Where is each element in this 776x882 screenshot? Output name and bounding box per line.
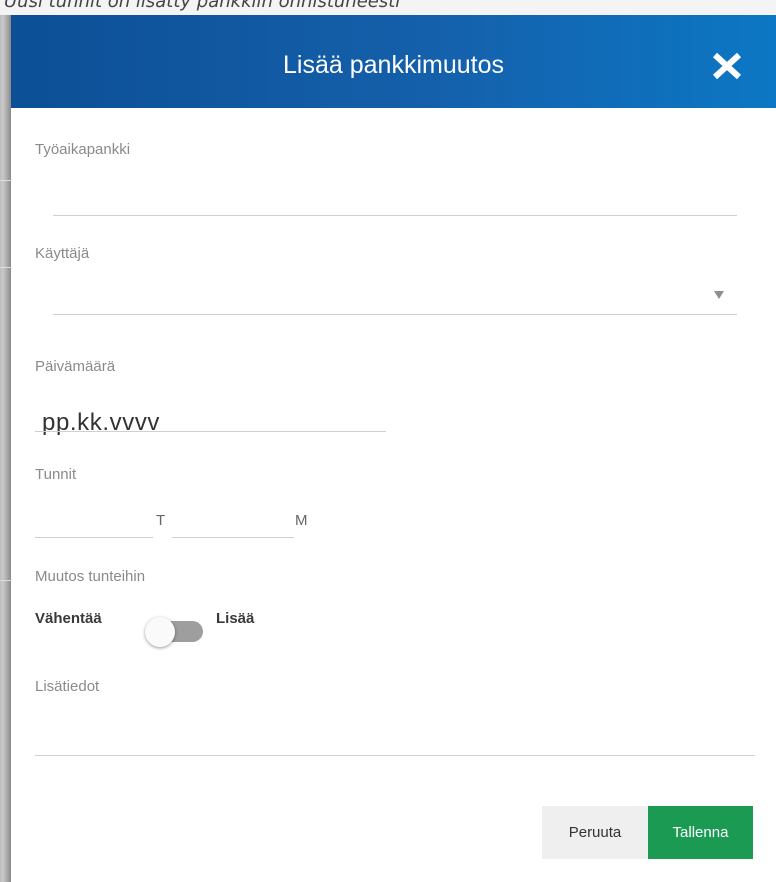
work-time-bank-label: Työaikapankki	[35, 141, 131, 158]
user-select-underline	[53, 314, 737, 315]
user-label: Käyttäjä	[35, 245, 90, 262]
date-label: Päivämäärä	[35, 358, 116, 375]
increase-label: Lisää	[216, 610, 255, 627]
divider	[0, 267, 11, 268]
dialog-header: Lisää pankkimuutos	[11, 15, 776, 108]
minutes-input-underline	[172, 537, 294, 538]
additional-info-label: Lisätiedot	[35, 678, 100, 695]
change-label: Muutos tunteihin	[35, 568, 146, 585]
divider	[0, 580, 11, 581]
user-select[interactable]	[53, 279, 737, 314]
decrease-label: Vähentää	[35, 610, 102, 627]
hours-label: Tunnit	[35, 466, 77, 483]
dialog-shadow	[0, 15, 11, 882]
add-bank-change-dialog: Lisää pankkimuutos Työaikapankki Käyttäj…	[11, 15, 776, 882]
additional-info-input[interactable]	[35, 715, 755, 755]
background-caption: Uusi tunnit on lisätty pankkiin onnistun…	[4, 0, 401, 12]
close-x-icon	[712, 52, 742, 80]
date-input-underline	[35, 431, 386, 432]
minutes-input[interactable]	[172, 507, 294, 537]
work-time-bank-input[interactable]	[53, 180, 737, 215]
dropdown-triangle-icon[interactable]	[714, 291, 724, 299]
close-button[interactable]	[707, 49, 747, 83]
hours-input-underline	[35, 537, 153, 538]
additional-info-underline	[35, 755, 755, 756]
hours-input[interactable]	[35, 507, 153, 537]
work-time-bank-underline	[53, 215, 737, 216]
hours-unit: T	[156, 512, 166, 529]
date-input[interactable]: pp.kk.vvvv	[42, 408, 382, 438]
background-page: Uusi tunnit on lisätty pankkiin onnistun…	[0, 0, 776, 15]
cancel-button[interactable]: Peruuta	[542, 806, 648, 859]
change-toggle[interactable]	[145, 617, 205, 647]
save-button[interactable]: Tallenna	[648, 806, 753, 859]
dialog-title: Lisää pankkimuutos	[283, 51, 504, 79]
toggle-knob	[145, 617, 175, 647]
minutes-unit: M	[295, 512, 308, 529]
divider	[0, 180, 11, 181]
